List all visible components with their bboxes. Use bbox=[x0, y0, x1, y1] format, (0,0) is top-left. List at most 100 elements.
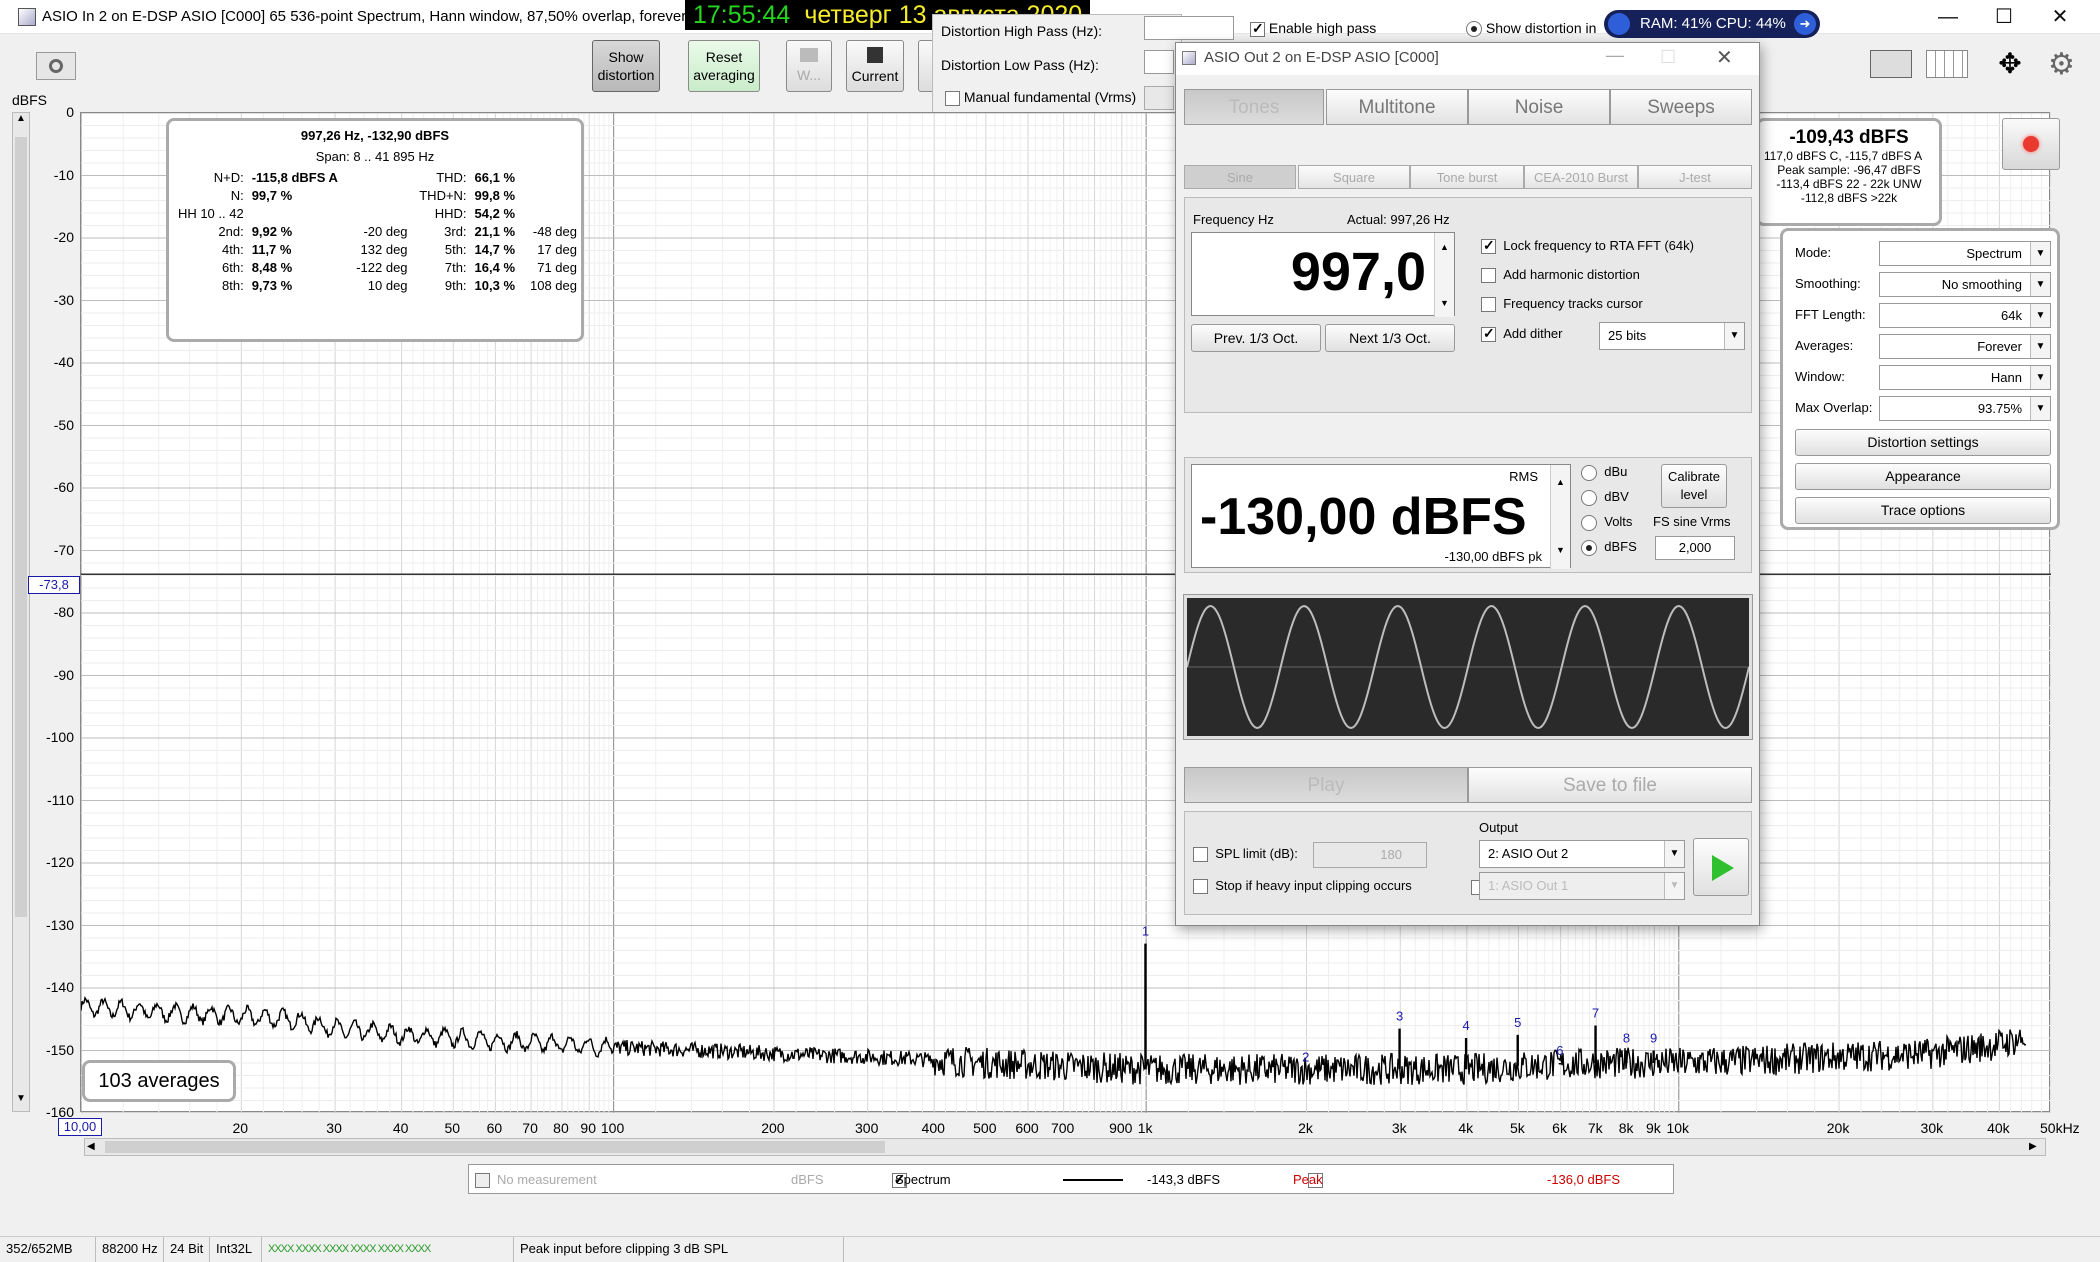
tab-tones[interactable]: Tones bbox=[1184, 89, 1324, 125]
maximize-button[interactable]: ☐ bbox=[1976, 0, 2032, 34]
add-harmonic-box[interactable] bbox=[1481, 268, 1496, 284]
harmonic-cell: 8th: bbox=[222, 277, 244, 293]
unit-dbv-button[interactable] bbox=[1581, 489, 1597, 506]
tab-sweeps[interactable]: Sweeps bbox=[1610, 89, 1752, 125]
scroll-right-icon[interactable]: ▶ bbox=[2029, 1139, 2037, 1155]
unit-dbfs-button[interactable] bbox=[1581, 539, 1597, 556]
generator-minimize[interactable]: — bbox=[1606, 45, 1624, 66]
add-dither-box[interactable] bbox=[1481, 325, 1496, 343]
output-select[interactable]: 2: ASIO Out 2 ▼ bbox=[1479, 840, 1685, 868]
unit-dbfs-radio[interactable]: dBFS bbox=[1581, 539, 1637, 556]
system-monitor[interactable]: RAM: 41% CPU: 44% ➜ bbox=[1604, 10, 1820, 38]
manual-fundamental-input[interactable] bbox=[1144, 86, 1174, 110]
setting-select[interactable]: Spectrum ▼ bbox=[1879, 241, 2051, 266]
freq-tracks-box[interactable] bbox=[1481, 297, 1496, 313]
y-tick-label: -140 bbox=[45, 979, 74, 995]
unit-dbv-radio[interactable]: dBV bbox=[1581, 489, 1629, 506]
distortion-settings-button[interactable]: Distortion settings bbox=[1795, 429, 2051, 456]
arrow-right-icon[interactable]: ➜ bbox=[1794, 13, 1816, 35]
minimize-button[interactable]: — bbox=[1920, 0, 1976, 34]
setting-select[interactable]: 64k ▼ bbox=[1879, 303, 2051, 328]
unit-volts-radio[interactable]: Volts bbox=[1581, 514, 1632, 531]
generator-close[interactable]: ✕ bbox=[1716, 45, 1733, 70]
subtab-j-test[interactable]: J-test bbox=[1638, 165, 1752, 189]
manual-fundamental-checkbox[interactable]: Manual fundamental (Vrms) bbox=[945, 89, 1136, 106]
y-tick-label: -120 bbox=[45, 854, 74, 870]
stop-clipping-box[interactable] bbox=[1193, 879, 1208, 895]
add-harmonic-checkbox[interactable]: Add harmonic distortion bbox=[1481, 267, 1640, 284]
appearance-button[interactable]: Appearance bbox=[1795, 463, 2051, 490]
subtab-cea-2010[interactable]: CEA-2010 Burst bbox=[1524, 165, 1638, 189]
setting-select[interactable]: Hann ▼ bbox=[1879, 365, 2051, 390]
play-button[interactable]: Play bbox=[1184, 767, 1468, 803]
prev-octave-button[interactable]: Prev. 1/3 Oct. bbox=[1191, 324, 1321, 352]
setting-select[interactable]: No smoothing ▼ bbox=[1879, 272, 2051, 297]
setting-select[interactable]: Forever ▼ bbox=[1879, 334, 2051, 359]
start-generator-button[interactable] bbox=[1693, 838, 1749, 896]
add-dither-checkbox[interactable]: Add dither bbox=[1481, 325, 1563, 343]
unit-dbu-button[interactable] bbox=[1581, 464, 1597, 481]
show-distortion-button[interactable]: Show distortion bbox=[592, 40, 660, 92]
output-value: 2: ASIO Out 2 bbox=[1488, 846, 1569, 861]
frequency-spinner[interactable]: ▲ ▼ bbox=[1434, 233, 1454, 317]
subtab-square[interactable]: Square bbox=[1298, 165, 1410, 189]
show-distortion-in-button[interactable] bbox=[1466, 21, 1482, 38]
close-button[interactable]: ✕ bbox=[2032, 0, 2088, 34]
folder-icon bbox=[800, 48, 818, 62]
enable-high-pass-checkbox[interactable]: Enable high pass bbox=[1250, 20, 1376, 37]
unit-volts-button[interactable] bbox=[1581, 514, 1597, 531]
no-measurement-checkbox[interactable] bbox=[475, 1173, 490, 1189]
low-pass-input[interactable] bbox=[1144, 50, 1174, 74]
camera-icon[interactable] bbox=[36, 52, 76, 80]
distortion-table: N+D: -115,8 dBFS A THD: 66,1 % N: 99,7 % THD+N… bbox=[169, 168, 581, 294]
current-label: Current bbox=[851, 68, 899, 84]
scroll-left-icon[interactable]: ◀ bbox=[87, 1139, 95, 1155]
cursor-level-label[interactable]: -73,8 bbox=[28, 576, 80, 594]
x-start-label[interactable]: 10,00 bbox=[58, 1118, 102, 1136]
harmonic-label: 8 bbox=[1623, 1031, 1630, 1046]
save-to-file-button[interactable]: Save to file bbox=[1468, 767, 1752, 803]
harmonic-label: 3 bbox=[1396, 1009, 1403, 1024]
manual-fundamental-box[interactable] bbox=[945, 90, 960, 106]
columns-icon[interactable] bbox=[1926, 50, 1968, 78]
current-button[interactable]: Current bbox=[846, 40, 904, 92]
high-pass-input[interactable] bbox=[1144, 16, 1234, 40]
trace-options-button[interactable]: Trace options bbox=[1795, 497, 2051, 524]
gear-icon[interactable]: ⚙ bbox=[2048, 50, 2078, 80]
reset-averaging-button[interactable]: Reset averaging bbox=[688, 40, 760, 92]
level-spinner[interactable]: ▲ ▼ bbox=[1550, 465, 1570, 569]
layout-icon[interactable] bbox=[1870, 50, 1912, 78]
w-button[interactable]: W... bbox=[786, 40, 832, 92]
lock-frequency-box[interactable] bbox=[1481, 237, 1496, 255]
spl-limit-checkbox[interactable]: SPL limit (dB): bbox=[1193, 846, 1298, 863]
horizontal-scrollbar[interactable]: ◀ ▶ bbox=[84, 1138, 2046, 1156]
spl-limit-input[interactable]: 180 bbox=[1313, 842, 1427, 868]
level-main: -109,43 dBFS bbox=[1789, 127, 1909, 148]
stop-clipping-checkbox[interactable]: Stop if heavy input clipping occurs bbox=[1193, 878, 1412, 895]
harmonic-row: 4th: 11,7 % 132 deg 5th: 14,7 % 17 deg bbox=[169, 240, 581, 258]
generator-maximize[interactable]: ☐ bbox=[1660, 47, 1676, 68]
subtab-tone-burst[interactable]: Tone burst bbox=[1410, 165, 1524, 189]
expand-arrows-icon[interactable]: ✥ bbox=[1990, 48, 2030, 80]
frequency-display[interactable]: 997,0 ▲ ▼ bbox=[1191, 232, 1455, 317]
next-octave-button[interactable]: Next 1/3 Oct. bbox=[1325, 324, 1455, 352]
show-distortion-in-radio[interactable]: Show distortion in bbox=[1466, 20, 1596, 38]
lock-frequency-checkbox[interactable]: Lock frequency to RTA FFT (64k) bbox=[1481, 237, 1694, 255]
record-button[interactable] bbox=[2002, 118, 2060, 170]
tab-noise[interactable]: Noise bbox=[1468, 89, 1610, 125]
calibrate-level-button[interactable]: Calibrate level bbox=[1661, 464, 1727, 508]
subtab-sine[interactable]: Sine bbox=[1184, 165, 1296, 189]
tab-multitone[interactable]: Multitone bbox=[1326, 89, 1468, 125]
setting-select[interactable]: 93.75% ▼ bbox=[1879, 396, 2051, 421]
horizontal-scroll-thumb[interactable] bbox=[105, 1141, 885, 1153]
fs-sine-input[interactable]: 2,000 bbox=[1655, 536, 1735, 560]
freq-tracks-checkbox[interactable]: Frequency tracks cursor bbox=[1481, 296, 1643, 313]
dither-bits-select[interactable]: 25 bits ▼ bbox=[1599, 322, 1745, 350]
enable-high-pass-box[interactable] bbox=[1250, 20, 1265, 37]
output2-select[interactable]: 1: ASIO Out 1 ▼ bbox=[1479, 872, 1685, 900]
level-display[interactable]: RMS -130,00 dBFS -130,00 dBFS pk ▲ ▼ bbox=[1191, 464, 1571, 569]
spl-limit-box[interactable] bbox=[1193, 847, 1208, 863]
unit-dbv-label: dBV bbox=[1604, 489, 1629, 504]
unit-dbu-radio[interactable]: dBu bbox=[1581, 464, 1627, 481]
chevron-down-icon: ▼ bbox=[2030, 242, 2050, 265]
